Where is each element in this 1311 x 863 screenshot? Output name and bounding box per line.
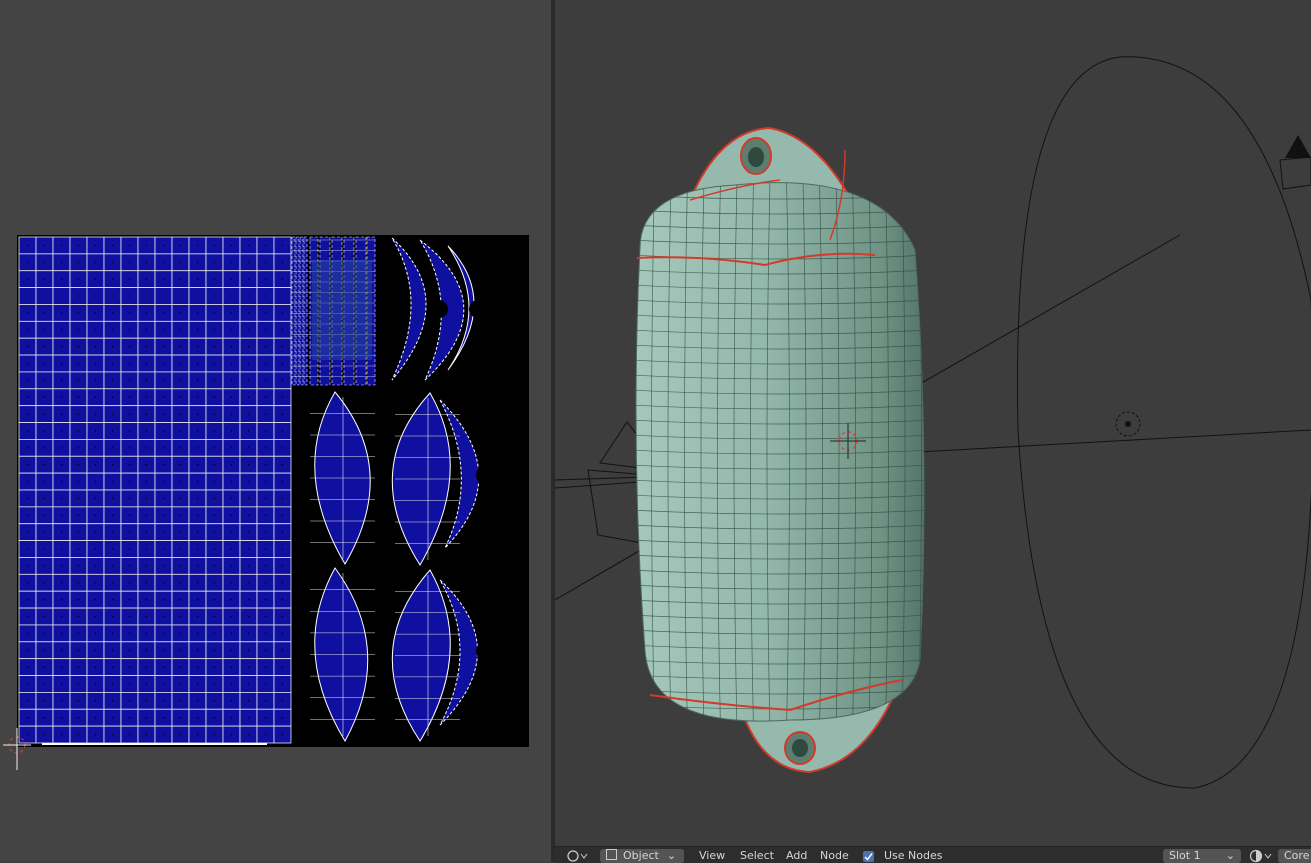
- menu-add[interactable]: Add: [786, 849, 807, 863]
- menu-node[interactable]: Node: [820, 849, 849, 863]
- use-nodes-checkbox[interactable]: [863, 851, 874, 862]
- uv-island-strips[interactable]: [291, 236, 376, 386]
- node-editor-icon[interactable]: [565, 849, 589, 863]
- uv-editor-area[interactable]: [0, 0, 551, 862]
- chevron-down-icon: ⌄: [666, 849, 677, 862]
- object-type-dropdown[interactable]: Object ⌄: [600, 849, 684, 863]
- slot-dropdown-label: Slot 1: [1169, 849, 1201, 862]
- object-icon: [606, 849, 617, 860]
- core-dropdown[interactable]: Core: [1278, 849, 1311, 863]
- menu-view[interactable]: View: [699, 849, 725, 863]
- uv-editor-canvas[interactable]: [0, 0, 551, 862]
- chevron-down-icon: ⌄: [1225, 849, 1235, 862]
- camera-object-2[interactable]: [1279, 135, 1311, 190]
- slot-dropdown[interactable]: Slot 1 ⌄: [1163, 849, 1241, 863]
- use-nodes-label: Use Nodes: [884, 849, 943, 862]
- 3d-viewport[interactable]: [555, 0, 1311, 846]
- fender-mesh-object[interactable]: [630, 126, 930, 774]
- empty-circle-object[interactable]: [1017, 56, 1311, 789]
- object-dropdown-label: Object: [623, 849, 659, 862]
- material-sphere-icon[interactable]: [1248, 849, 1276, 863]
- menu-select[interactable]: Select: [740, 849, 774, 863]
- viewport-scene[interactable]: [555, 0, 1311, 846]
- uv-island-grid[interactable]: [18, 236, 292, 744]
- light-object[interactable]: [1115, 411, 1141, 437]
- node-editor-header: Object ⌄ View Select Add Node Use Nodes S…: [555, 846, 1311, 863]
